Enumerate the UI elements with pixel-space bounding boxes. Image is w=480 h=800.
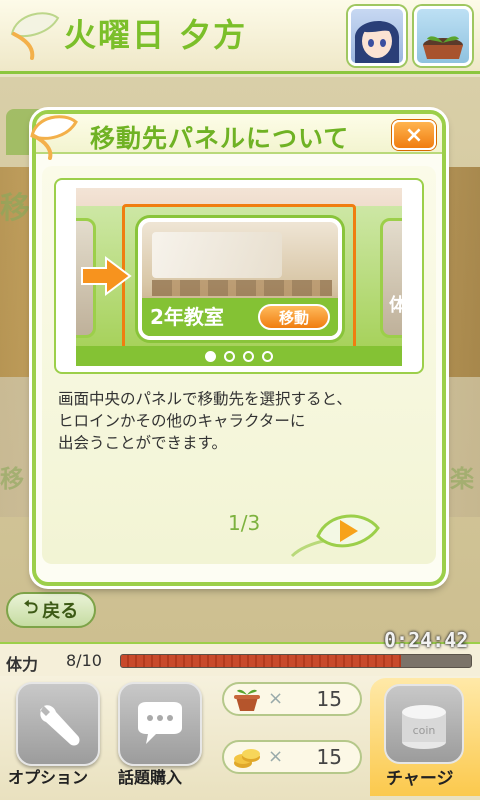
page-indicator: 1/3 — [228, 511, 261, 535]
return-arrow-icon: ⮌ — [23, 597, 39, 618]
description-line: 画面中央のパネルで移動先を選択すると、 — [58, 390, 352, 408]
seed-counter: × 15 — [222, 682, 362, 716]
side-card-label: 体 — [389, 295, 402, 316]
seed-count: 15 — [316, 687, 342, 711]
description-line: 出会うことができます。 — [58, 434, 227, 452]
pager-dot — [224, 350, 235, 362]
leaf-logo-icon — [10, 12, 60, 60]
options-label: オプション — [8, 768, 89, 787]
tutorial-preview-image: 体 2年教室 移動 — [76, 188, 402, 366]
day-time-title: 火曜日 夕方 — [64, 16, 248, 54]
heroine-avatar[interactable] — [348, 6, 406, 66]
stamina-fill — [121, 655, 401, 667]
tutorial-description: 画面中央のパネルで移動先を選択すると、 ヒロインかその他のキャラクターに 出会う… — [58, 388, 428, 454]
background-partial-label: 移 — [0, 191, 30, 226]
preview-pager — [76, 346, 402, 366]
options-button[interactable] — [16, 682, 100, 766]
stamina-label: 体力 — [6, 655, 39, 674]
pager-dot — [243, 350, 254, 362]
leaf-icon — [30, 115, 78, 160]
pointer-arrow-icon — [81, 256, 132, 296]
coins-icon — [234, 749, 260, 768]
stamina-bar — [120, 654, 472, 668]
help-modal: 移動先パネルについて × 体 2年教室 移動 画面中央のパネルで移動先を選択する… — [30, 110, 446, 586]
charge-button[interactable]: coin — [384, 684, 464, 764]
coin-times-sign: × — [268, 746, 284, 767]
topic-purchase-button[interactable] — [118, 682, 202, 766]
back-button-label: 戻る — [42, 601, 79, 622]
close-button[interactable]: × — [392, 120, 436, 150]
item-avatar[interactable] — [414, 6, 472, 66]
coin-stack-icon: coin — [402, 705, 446, 749]
background-partial-label: 楽 — [450, 465, 474, 493]
modal-title: 移動先パネルについて — [90, 124, 350, 153]
background-partial-label: 移 — [0, 465, 24, 493]
charge-panel: coin チャージ — [370, 678, 480, 796]
coin-count: 15 — [316, 745, 342, 769]
back-button[interactable]: ⮌ 戻る — [6, 592, 96, 628]
modal-body: 体 2年教室 移動 画面中央のパネルで移動先を選択すると、 ヒロインかその他のキ… — [42, 166, 436, 564]
modal-header: 移動先パネルについて × — [30, 114, 442, 160]
coin-icon-text: coin — [413, 724, 436, 737]
heroine-portrait-icon — [354, 21, 400, 63]
speech-bubble-icon — [138, 702, 182, 744]
tutorial-preview-frame: 体 2年教室 移動 — [54, 178, 424, 374]
topic-purchase-label: 話題購入 — [118, 768, 183, 787]
pager-dot — [262, 350, 273, 362]
countdown-timer: 0:24:42 — [384, 628, 469, 652]
close-icon: × — [404, 122, 424, 148]
wrench-icon — [40, 705, 80, 746]
seed-times-sign: × — [268, 688, 284, 709]
description-line: ヒロインかその他のキャラクターに — [58, 412, 306, 430]
preview-side-card-right: 体 — [380, 218, 402, 338]
bottom-bar: オプション 話題購入 × 15 × 15 coin チャージ — [0, 676, 480, 800]
coin-counter: × 15 — [222, 740, 362, 774]
top-header: 火曜日 夕方 — [0, 0, 480, 74]
next-page-button[interactable] — [288, 506, 380, 560]
sprout-pot-icon — [423, 36, 463, 59]
pager-dot-active — [205, 350, 216, 362]
charge-label: チャージ — [386, 769, 454, 789]
highlight-frame — [122, 204, 356, 350]
plant-pot-icon — [234, 689, 260, 711]
stamina-value: 8/10 — [66, 651, 102, 670]
